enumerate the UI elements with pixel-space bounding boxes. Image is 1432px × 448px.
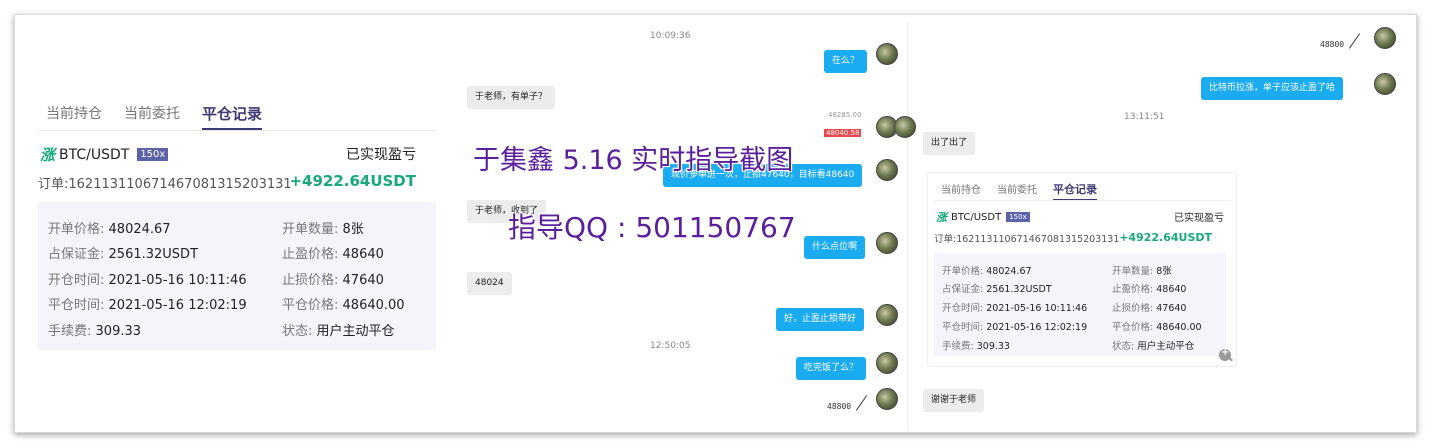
margin-row: 占保证金: 2561.32USDT — [942, 281, 1052, 295]
chat2-message-in[interactable]: 谢谢于老师 — [923, 389, 985, 412]
fee-row: 手续费: 309.33 — [942, 338, 1010, 352]
realized-pnl-label: 已实现盈亏 — [1174, 213, 1224, 224]
tabs-divider — [934, 200, 1230, 201]
avatar[interactable] — [894, 116, 916, 138]
fee-value: 309.33 — [976, 341, 1010, 352]
close-time-row: 平仓时间: 2021-05-16 12:02:19 — [942, 319, 1087, 333]
chat2-message-in[interactable]: 出了出了 — [923, 132, 976, 155]
open-qty-value: 8张 — [1156, 266, 1172, 277]
pair-row: 涨 BTC/USDT 150x — [936, 209, 1030, 225]
watermark-qq: 指导QQ : 501150767 — [508, 211, 796, 244]
close-price-value: 48640.00 — [1156, 322, 1202, 333]
chart-sticker-line — [1348, 33, 1361, 49]
avatar[interactable] — [1374, 73, 1396, 95]
status-row: 状态: 用户主动平仓 — [1112, 338, 1194, 352]
open-time-row: 开仓时间: 2021-05-16 10:11:46 — [942, 300, 1087, 314]
stop-loss-row: 止损价格: 47640 — [1112, 300, 1186, 314]
margin-label: 占保证金: — [942, 284, 984, 295]
open-time-label: 开仓时间: — [942, 303, 984, 314]
order-id: 订单:162113110671467081315203131 — [934, 234, 1120, 245]
status-value: 用户主动平仓 — [1137, 341, 1195, 352]
tab-current-positions: 当前持仓 — [941, 185, 981, 196]
take-profit-value: 48640 — [1156, 284, 1187, 295]
close-time-value: 2021-05-16 12:02:19 — [986, 322, 1088, 333]
chart-sticker-price: 48800 — [1320, 40, 1345, 49]
tab-closed-records: 平仓记录 — [1053, 181, 1097, 200]
open-price-label: 开单价格: — [942, 266, 984, 277]
open-time-value: 2021-05-16 10:11:46 — [986, 303, 1088, 314]
trade-record-image[interactable]: 当前持仓 当前委托 平仓记录 涨 BTC/USDT 150x 已实现盈亏 订单:… — [927, 172, 1237, 367]
close-price-row: 平仓价格: 48640.00 — [1112, 319, 1202, 333]
status-label: 状态: — [1112, 341, 1135, 352]
take-profit-row: 止盈价格: 48640 — [1112, 281, 1186, 295]
open-qty-label: 开单数量: — [1112, 266, 1154, 277]
open-price-row: 开单价格: 48024.67 — [942, 263, 1032, 277]
margin-value: 2561.32USDT — [986, 284, 1052, 295]
zoom-in-icon[interactable]: + — [1219, 347, 1231, 361]
stop-loss-value: 47640 — [1156, 303, 1187, 314]
close-time-label: 平仓时间: — [942, 322, 984, 333]
chat2-timestamp: 13:11:51 — [1124, 112, 1165, 122]
leverage-badge: 150x — [1006, 212, 1030, 222]
open-qty-row: 开单数量: 8张 — [1112, 263, 1172, 277]
fee-label: 手续费: — [942, 341, 974, 352]
watermark-title: 于集鑫 5.16 实时指导截图 — [473, 145, 794, 176]
avatar[interactable] — [1374, 27, 1396, 49]
chart-sticker[interactable]: 48800 — [1320, 33, 1361, 49]
long-direction-tag: 涨 — [936, 211, 947, 224]
tab-current-orders: 当前委托 — [997, 185, 1037, 196]
record-tabs-small: 当前持仓 当前委托 平仓记录 — [941, 181, 1113, 200]
chat2-message-out[interactable]: 比特币拉涨，单子应该止盈了哈 — [1201, 77, 1344, 100]
stop-loss-label: 止损价格: — [1112, 303, 1154, 314]
pair-name: BTC/USDT — [951, 211, 1002, 223]
realized-pnl-value: +4922.64USDT — [1119, 231, 1212, 244]
take-profit-label: 止盈价格: — [1112, 284, 1154, 295]
trade-details: 开单价格: 48024.67 开单数量: 8张 占保证金: 2561.32USD… — [934, 253, 1226, 356]
open-price-value: 48024.67 — [986, 266, 1032, 277]
close-price-label: 平仓价格: — [1112, 322, 1154, 333]
